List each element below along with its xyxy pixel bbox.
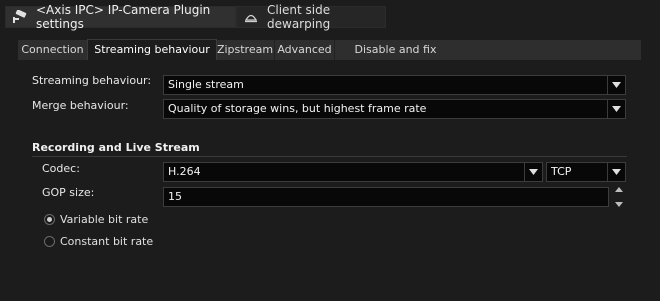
tab-streaming-behaviour[interactable]: Streaming behaviour (87, 39, 217, 61)
client-side-dewarping-button[interactable]: Client side dewarping (236, 3, 386, 31)
codec-value: H.264 (168, 165, 201, 178)
top-toolbar: <Axis IPC> IP-Camera Plugin settings Cli… (0, 0, 660, 34)
tab-connection[interactable]: Connection (18, 40, 88, 60)
chevron-down-icon[interactable] (607, 76, 625, 94)
codec-label: Codec: (42, 162, 80, 175)
plugin-settings-title: <Axis IPC> IP-Camera Plugin settings (36, 3, 211, 31)
recording-section-title: Recording and Live Stream (32, 141, 200, 154)
streaming-behaviour-select[interactable]: Single stream (163, 75, 626, 95)
plugin-settings-button[interactable]: <Axis IPC> IP-Camera Plugin settings (5, 3, 236, 31)
gop-size-input[interactable]: 15 (163, 187, 609, 207)
gop-size-stepper[interactable] (612, 187, 626, 207)
chevron-down-icon[interactable] (607, 163, 625, 181)
chevron-down-icon[interactable] (607, 100, 625, 118)
streaming-behaviour-value: Single stream (168, 78, 244, 91)
streaming-behaviour-label: Streaming behaviour: (32, 74, 152, 87)
variable-bit-rate-label: Variable bit rate (60, 213, 149, 226)
tab-advanced[interactable]: Advanced (275, 40, 335, 60)
tab-disable-and-fix-settings[interactable]: Disable and fix settings (335, 40, 456, 76)
gop-size-label: GOP size: (42, 186, 95, 199)
protocol-value: TCP (551, 165, 572, 178)
camera-icon (12, 9, 28, 25)
constant-bit-rate-label: Constant bit rate (60, 235, 154, 248)
codec-select[interactable]: H.264 (163, 162, 543, 182)
chevron-up-icon (615, 187, 623, 192)
merge-behaviour-label: Merge behaviour: (32, 99, 129, 112)
variable-bit-rate-radio[interactable]: Variable bit rate (44, 213, 148, 226)
merge-behaviour-select[interactable]: Quality of storage wins, but highest fra… (163, 99, 626, 119)
merge-behaviour-value: Quality of storage wins, but highest fra… (168, 102, 427, 115)
section-divider (32, 156, 627, 157)
radio-unselected-indicator (44, 236, 55, 247)
tab-zipstream[interactable]: Zipstream (216, 40, 275, 60)
radio-selected-indicator (44, 214, 55, 225)
client-side-dewarping-label: Client side dewarping (267, 3, 331, 31)
fisheye-icon (243, 9, 259, 25)
streaming-behaviour-panel: Streaming behaviour: Single stream Merge… (18, 60, 641, 301)
settings-tab-bar: Connection Streaming behaviour Zipstream… (18, 39, 641, 76)
constant-bit-rate-radio[interactable]: Constant bit rate (44, 235, 153, 248)
protocol-select[interactable]: TCP (546, 162, 626, 182)
chevron-down-icon[interactable] (524, 163, 542, 181)
chevron-down-icon (615, 202, 623, 207)
